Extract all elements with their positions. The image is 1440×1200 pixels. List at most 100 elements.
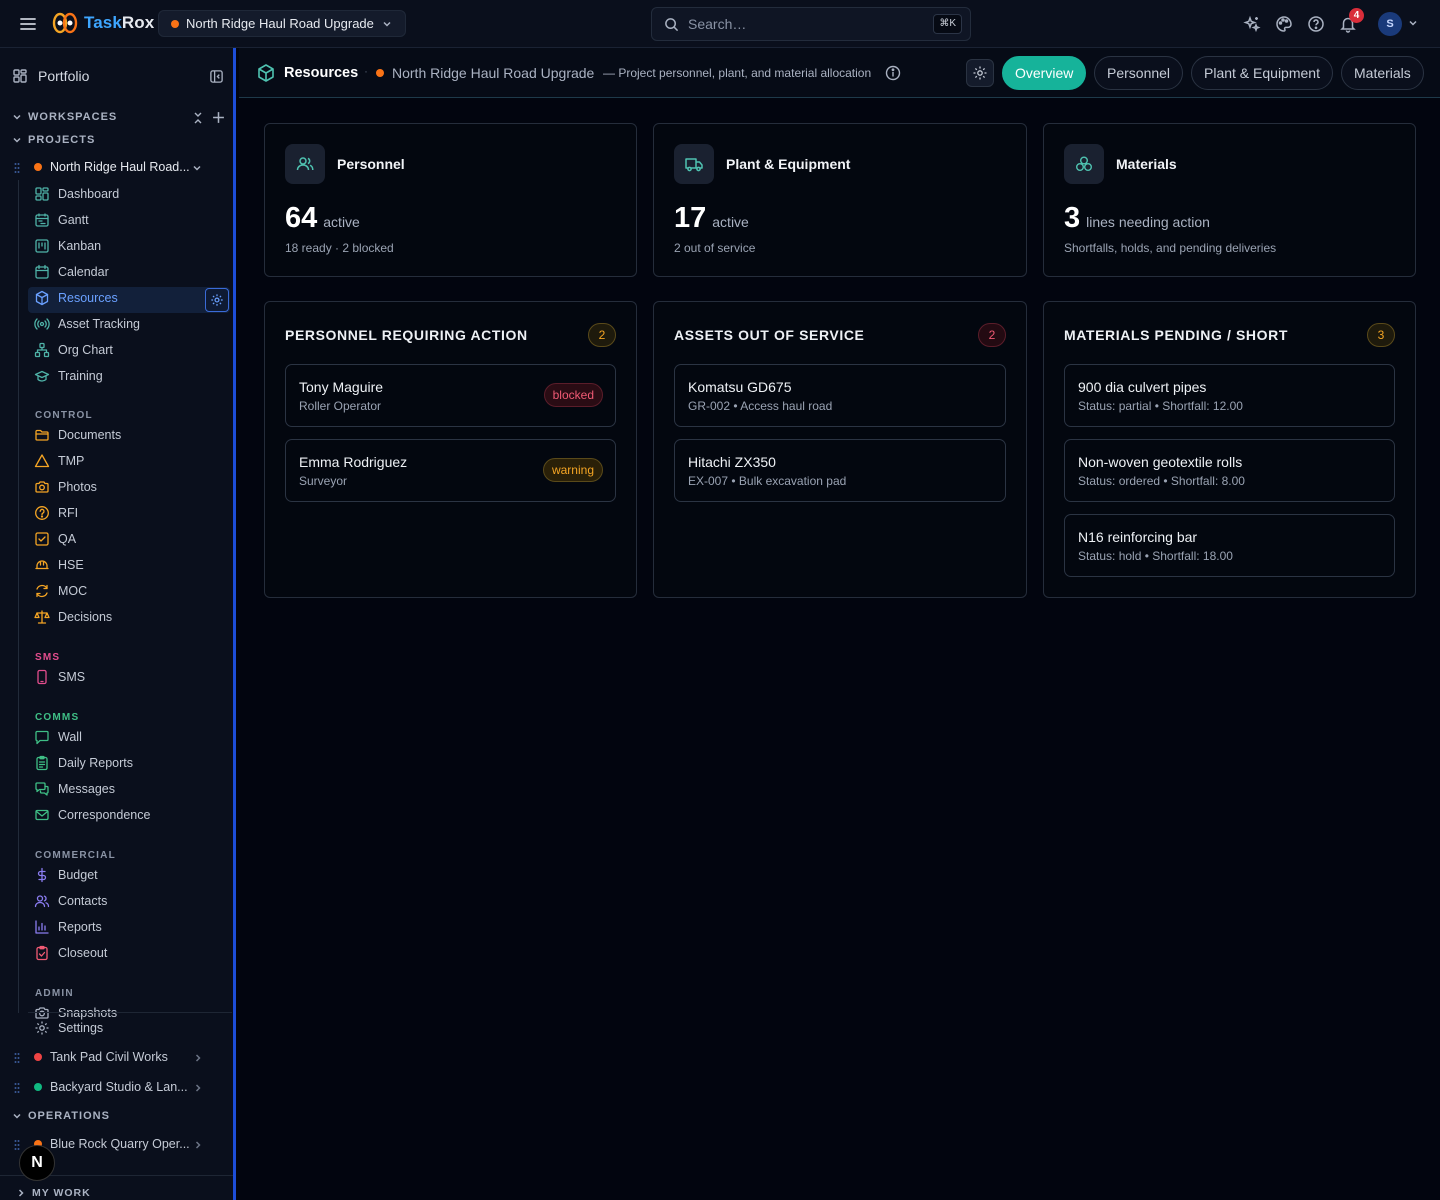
check-square-icon [35, 532, 49, 546]
tab-personnel[interactable]: Personnel [1094, 56, 1184, 90]
sidebar-item-nav-7[interactable]: Training [34, 368, 103, 384]
item-role: Surveyor [299, 474, 348, 488]
sidebar-item-commercial-1[interactable]: Contacts [34, 893, 107, 909]
sidebar-item-nav-0[interactable]: Dashboard [34, 186, 119, 202]
page-title: Resources [284, 65, 359, 81]
sidebar-item-sms-0[interactable]: SMS [34, 669, 85, 685]
tab-overview[interactable]: Overview [1002, 56, 1087, 90]
list-item[interactable]: Tony Maguire Roller Operator blocked [285, 364, 616, 427]
sidebar-item-label: Contacts [58, 894, 108, 908]
notification-badge: 4 [1349, 8, 1364, 23]
my-work-header[interactable]: MY WORK [16, 1187, 91, 1199]
sidebar-item-control-0[interactable]: Documents [34, 427, 121, 443]
sidebar-item-comms-0[interactable]: Wall [34, 729, 82, 745]
menu-icon[interactable] [18, 14, 38, 34]
personnel-summary-card[interactable]: Personnel 64 active 18 ready · 2 blocked [264, 123, 637, 277]
cube-icon [35, 290, 49, 306]
assistant-button[interactable]: N [19, 1145, 55, 1181]
chevron-down-icon[interactable] [192, 163, 202, 173]
resources-settings-button[interactable] [205, 288, 229, 312]
warning-triangle-icon [34, 454, 50, 468]
portfolio-link[interactable]: Portfolio [12, 68, 89, 84]
info-icon[interactable] [885, 65, 901, 81]
item-name: N16 reinforcing bar [1078, 529, 1198, 545]
gear-icon [973, 66, 987, 80]
project-name: North Ridge Haul Road... [50, 160, 190, 174]
sidebar-project-backyard-studio[interactable]: Backyard Studio & Lan... [34, 1080, 188, 1094]
list-item[interactable]: Non-woven geotextile rolls Status: order… [1064, 439, 1395, 502]
sidebar-item-nav-3[interactable]: Calendar [34, 264, 109, 280]
list-item[interactable]: Emma Rodriguez Surveyor warning [285, 439, 616, 502]
list-item[interactable]: 900 dia culvert pipes Status: partial • … [1064, 364, 1395, 427]
sparkles-icon[interactable] [1243, 15, 1261, 33]
sidebar-item-control-3[interactable]: RFI [34, 505, 78, 521]
resource-settings-button[interactable] [966, 59, 994, 87]
palette-icon[interactable] [1275, 15, 1293, 33]
assets-out-of-service-panel: ASSETS OUT OF SERVICE 2 Komatsu GD675 GR… [653, 301, 1027, 598]
sidebar-item-control-2[interactable]: Photos [34, 479, 97, 495]
sidebar-item-control-4[interactable]: QA [34, 531, 76, 547]
sidebar-item-commercial-3[interactable]: Closeout [34, 945, 107, 961]
collapse-sidebar-icon[interactable] [209, 69, 224, 84]
operations-header[interactable]: OPERATIONS [12, 1110, 110, 1122]
list-item[interactable]: N16 reinforcing bar Status: hold • Short… [1064, 514, 1395, 577]
sidebar-item-comms-1[interactable]: Daily Reports [34, 755, 133, 771]
sidebar-item-control-1[interactable]: TMP [34, 453, 84, 469]
sidebar-item-control-5[interactable]: HSE [34, 557, 84, 573]
sidebar-item-control-6[interactable]: MOC [34, 583, 87, 599]
plant-summary-card[interactable]: Plant & Equipment 17 active 2 out of serv… [653, 123, 1027, 277]
sidebar-item-nav-6[interactable]: Org Chart [34, 342, 113, 358]
sidebar-item-admin-0[interactable]: Snapshots [34, 1005, 117, 1021]
materials-summary-card[interactable]: Materials 3 lines needing action Shortfal… [1043, 123, 1416, 277]
sidebar-item-comms-2[interactable]: Messages [34, 781, 115, 797]
sidebar-item-label: Messages [58, 782, 115, 796]
sidebar-project-current[interactable]: North Ridge Haul Road... [34, 160, 190, 174]
item-detail: Status: partial • Shortfall: 12.00 [1078, 399, 1243, 413]
projects-header[interactable]: PROJECTS [12, 134, 95, 146]
item-name: Hitachi ZX350 [688, 454, 776, 470]
sidebar-operation-blue-rock[interactable]: Blue Rock Quarry Oper... [34, 1137, 190, 1151]
tab-plant-equipment[interactable]: Plant & Equipment [1191, 56, 1333, 90]
sidebar-project-tank-pad[interactable]: Tank Pad Civil Works [34, 1050, 168, 1064]
collapse-all-icon[interactable] [192, 112, 204, 124]
list-item[interactable]: Hitachi ZX350 EX-007 • Bulk excavation p… [674, 439, 1006, 502]
cube-icon [256, 63, 276, 83]
refresh-icon [36, 584, 48, 598]
sidebar-item-label: Settings [58, 1021, 104, 1035]
search-icon [665, 17, 679, 31]
sidebar-item-label: MOC [58, 584, 88, 598]
sidebar-item-comms-3[interactable]: Correspondence [34, 807, 150, 823]
sidebar-item-nav-2[interactable]: Kanban [34, 238, 101, 254]
chevron-down-icon[interactable] [1407, 17, 1419, 29]
chevron-right-icon[interactable] [193, 1053, 203, 1063]
help-icon[interactable] [1307, 15, 1325, 33]
sidebar-item-nav-4[interactable]: Resources [34, 290, 118, 306]
clipboard-check-icon [36, 945, 48, 961]
sidebar-item-settings[interactable]: Settings [34, 1020, 103, 1036]
add-workspace-icon[interactable] [212, 111, 225, 124]
chevron-down-icon [13, 1113, 21, 1119]
tab-materials[interactable]: Materials [1341, 56, 1424, 90]
card-title: Materials [1116, 156, 1177, 172]
divider [28, 1012, 232, 1013]
sidebar-item-nav-5[interactable]: Asset Tracking [34, 316, 140, 332]
search-input[interactable]: Search… ⌘K [651, 7, 971, 41]
app-logo[interactable]: TaskRox [52, 11, 154, 35]
my-work-label: MY WORK [32, 1187, 91, 1199]
chevron-right-icon[interactable] [193, 1083, 203, 1093]
project-selector[interactable]: North Ridge Haul Road Upgrade [158, 10, 406, 37]
drag-handle-icon[interactable] [14, 1052, 20, 1064]
sidebar-item-commercial-2[interactable]: Reports [34, 919, 102, 935]
breadcrumb-project[interactable]: North Ridge Haul Road Upgrade [392, 65, 594, 81]
sidebar-item-commercial-0[interactable]: Budget [34, 867, 98, 883]
sidebar-item-nav-1[interactable]: Gantt [34, 212, 89, 228]
avatar[interactable]: S [1378, 12, 1402, 36]
list-item[interactable]: Komatsu GD675 GR-002 • Access haul road [674, 364, 1006, 427]
sidebar-item-control-7[interactable]: Decisions [34, 609, 112, 625]
chevron-right-icon[interactable] [193, 1140, 203, 1150]
drag-handle-icon[interactable] [14, 1082, 20, 1094]
drag-handle-icon[interactable] [14, 1139, 20, 1151]
workspaces-header[interactable]: WORKSPACES [12, 111, 117, 123]
drag-handle-icon[interactable] [14, 162, 20, 174]
projects-label: PROJECTS [28, 134, 96, 146]
